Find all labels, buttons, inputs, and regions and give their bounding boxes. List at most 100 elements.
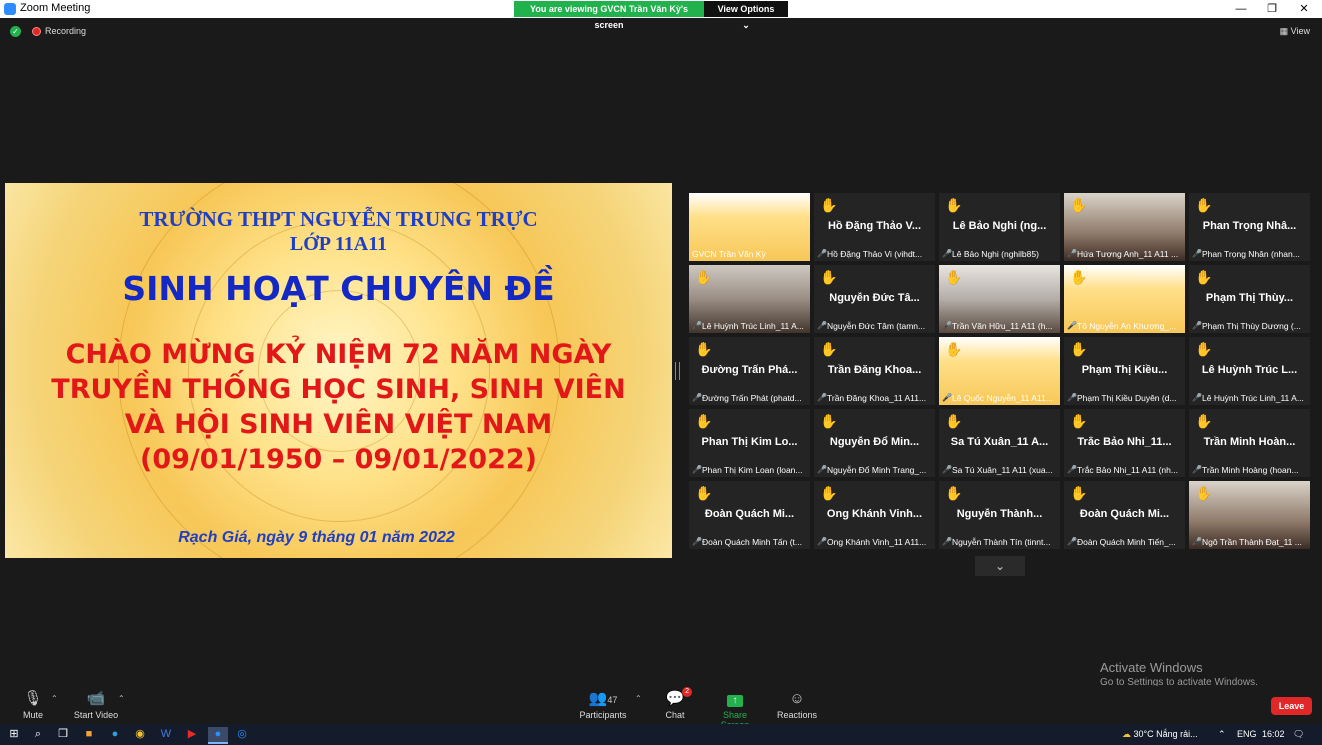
tray-chevron-icon[interactable]: ⌃	[1218, 729, 1226, 740]
participant-tile[interactable]: ✋ Đoàn Quách Mi... 🎤 Đoàn Quách Minh Tấn (t…	[689, 481, 810, 549]
participant-tile[interactable]: ✋ Nguyễn Thành... 🎤 Nguyễn Thành Tín (tinnt…	[939, 481, 1060, 549]
participant-full-name: Phan Thị Kim Loan (loan...	[702, 465, 803, 475]
activate-title: Activate Windows	[1100, 660, 1203, 675]
participant-tile[interactable]: ✋ Phan Trọng Nhâ... 🎤 Phan Trọng Nhân (nhan…	[1189, 193, 1310, 261]
participant-tile[interactable]: ✋ Đường Trấn Phá... 🎤 Đường Trấn Phát (phat…	[689, 337, 810, 405]
participant-tile[interactable]: ✋ 🎤 Hứa Tượng Anh_11 A11 ...	[1064, 193, 1185, 261]
participant-tile[interactable]: ✋ Nguyễn Đổ Min... 🎤 Nguyễn Đổ Minh Trang_.…	[814, 409, 935, 477]
mute-button[interactable]: 🎙 Mute	[18, 688, 48, 720]
video-options-caret[interactable]: ⌃	[118, 694, 125, 703]
windows-start-icon[interactable]: ⊞	[6, 727, 22, 742]
participant-tile[interactable]: ✋ Ong Khánh Vinh... 🎤 Ong Khánh Vinh_11 A11…	[814, 481, 935, 549]
participant-full-name: Lê Bảo Nghi (nghilb85)	[952, 249, 1039, 259]
raised-hand-icon: ✋	[820, 341, 838, 357]
participant-tile[interactable]: ✋ 🎤 Ngô Trần Thành Đạt_11 ...	[1189, 481, 1310, 549]
participant-full-name: Tô Nguyễn An Khương_...	[1077, 321, 1177, 331]
edge-icon[interactable]: ●	[107, 727, 123, 742]
search-icon[interactable]: ⌕	[30, 727, 46, 742]
participant-tile[interactable]: ✋ Nguyễn Đức Tâ... 🎤 Nguyễn Đức Tâm (tamn..…	[814, 265, 935, 333]
encryption-shield-icon[interactable]: ✓	[10, 26, 21, 37]
participant-name-label: 🎤 Tô Nguyễn An Khương_...	[1067, 321, 1183, 331]
participant-tile[interactable]: ✋ Đoàn Quách Mi... 🎤 Đoàn Quách Minh Tiến_.…	[1064, 481, 1185, 549]
participant-display-name: Lê Bảo Nghi (ng...	[952, 220, 1047, 232]
grid-icon: ▦	[1279, 26, 1291, 36]
participant-full-name: Đoàn Quách Minh Tiến_...	[1077, 537, 1176, 547]
participants-options-caret[interactable]: ⌃	[635, 694, 642, 703]
participant-tile[interactable]: ✋ Lê Huỳnh Trúc L... 🎤 Lê Huỳnh Trúc Linh_1…	[1189, 337, 1310, 405]
participant-tile[interactable]: ✋ Hồ Đặng Thảo V... 🎤 Hồ Đặng Thảo Vi (vihd…	[814, 193, 935, 261]
split-view-handle[interactable]	[675, 362, 680, 380]
participants-button[interactable]: 👥47 Participants	[578, 688, 628, 720]
chevron-down-icon[interactable]: ⌄	[975, 556, 1025, 576]
windows-taskbar: ⊞ ⌕ ❒ ■ ● ◉ W ▶ ● ◎ ☁ 30°C Nắng rải... ⌃…	[0, 724, 1322, 745]
muted-mic-icon: 🎤	[1067, 393, 1077, 402]
participant-tile[interactable]: ✋ 🎤 Trần Văn Hữu_11 A11 (h...	[939, 265, 1060, 333]
participant-tile[interactable]: ✋ 🎤 Lê Quốc Nguyễn_11 A11...	[939, 337, 1060, 405]
participant-full-name: Ong Khánh Vinh_11 A11...	[827, 537, 927, 547]
view-label: View	[1290, 26, 1310, 36]
leave-button[interactable]: Leave	[1271, 697, 1312, 715]
clock[interactable]: 16:02	[1262, 729, 1285, 739]
view-button[interactable]: ▦ View	[1280, 26, 1310, 37]
participant-tile[interactable]: ✋ Lê Bảo Nghi (ng... 🎤 Lê Bảo Nghi (nghilb8…	[939, 193, 1060, 261]
chrome-icon[interactable]: ◉	[132, 727, 148, 742]
notifications-icon[interactable]: 🗨	[1293, 729, 1304, 740]
chat-button[interactable]: 💬 2 Chat	[662, 687, 692, 720]
participants-icon: 👥47	[588, 690, 618, 707]
participant-display-name: Đường Trấn Phá...	[701, 364, 798, 376]
language-indicator[interactable]: ENG	[1237, 729, 1257, 739]
zoom-taskbar-icon[interactable]: ●	[208, 727, 228, 744]
raised-hand-icon: ✋	[1070, 413, 1088, 429]
task-view-icon[interactable]: ❒	[55, 727, 71, 742]
participant-tile[interactable]: ✋ 🎤 Tô Nguyễn An Khương_...	[1064, 265, 1185, 333]
raised-hand-icon: ✋	[1070, 341, 1088, 357]
raised-hand-icon: ✋	[945, 485, 963, 501]
participant-tile[interactable]: GVCN Trần Văn Kỳ	[689, 193, 810, 261]
participant-display-name: Trần Minh Hoàn...	[1203, 436, 1296, 448]
participant-tile[interactable]: ✋ Trắc Bảo Nhi_11... 🎤 Trắc Bảo Nhi_11 A11 …	[1064, 409, 1185, 477]
muted-mic-icon: 🎤	[942, 465, 952, 474]
participant-name-label: 🎤 Lê Huỳnh Trúc Linh_11 A...	[1192, 393, 1308, 403]
participant-full-name: Trắc Bảo Nhi_11 A11 (nh...	[1077, 465, 1178, 475]
participant-full-name: Sa Tú Xuân_11 A11 (xua...	[952, 465, 1053, 475]
view-options-button[interactable]: View Options ⌄	[704, 1, 788, 30]
muted-mic-icon: 🎤	[942, 321, 952, 330]
participant-name-label: 🎤 Trần Văn Hữu_11 A11 (h...	[942, 321, 1058, 331]
participant-tile[interactable]: ✋ Sa Tú Xuân_11 A... 🎤 Sa Tú Xuân_11 A11 (x…	[939, 409, 1060, 477]
muted-mic-icon: 🎤	[942, 393, 952, 402]
participant-tile[interactable]: ✋ Trần Minh Hoàn... 🎤 Trần Minh Hoàng (hoan…	[1189, 409, 1310, 477]
participant-tile[interactable]: ✋ Phan Thị Kim Lo... 🎤 Phan Thị Kim Loan (l…	[689, 409, 810, 477]
participant-tile[interactable]: ✋ 🎤 Lê Huỳnh Trúc Linh_11 A...	[689, 265, 810, 333]
word-icon[interactable]: W	[158, 727, 174, 742]
slide-date: Rạch Giá, ngày 9 tháng 01 năm 2022	[178, 529, 455, 546]
close-button[interactable]: ✕	[1289, 0, 1319, 18]
audio-options-caret[interactable]: ⌃	[51, 694, 58, 703]
recording-indicator[interactable]: Recording	[32, 26, 86, 36]
participant-full-name: GVCN Trần Văn Kỳ	[692, 249, 766, 259]
start-video-button[interactable]: 📹 Start Video	[72, 688, 120, 720]
participant-tile[interactable]: ✋ Phạm Thị Kiều... 🎤 Phạm Thị Kiều Duyên (d…	[1064, 337, 1185, 405]
store-icon[interactable]: ■	[81, 727, 97, 742]
participant-name-label: 🎤 Nguyễn Đức Tâm (tamn...	[817, 321, 933, 331]
muted-mic-icon: 🎤	[1192, 321, 1202, 330]
participant-name-label: 🎤 Phan Thị Kim Loan (loan...	[692, 465, 808, 475]
participant-name-label: 🎤 Nguyễn Đổ Minh Trang_...	[817, 465, 933, 475]
muted-mic-icon: 🎤	[1067, 537, 1077, 546]
activate-windows-watermark: Activate Windows Go to Settings to activ…	[1100, 660, 1258, 688]
participant-tile[interactable]: ✋ Trần Đăng Khoa... 🎤 Trần Đăng Khoa_11 A11…	[814, 337, 935, 405]
weather-widget[interactable]: ☁ 30°C Nắng rải...	[1122, 729, 1198, 740]
messenger-icon[interactable]: ◎	[234, 727, 250, 742]
participant-name-label: 🎤 Lê Quốc Nguyễn_11 A11...	[942, 393, 1058, 403]
muted-mic-icon: 🎤	[942, 249, 952, 258]
reactions-button[interactable]: ☺ Reactions	[777, 688, 817, 720]
start-video-label: Start Video	[73, 710, 119, 720]
maximize-button[interactable]: ❐	[1257, 0, 1287, 18]
participant-full-name: Phạm Thị Kiều Duyên (d...	[1077, 393, 1177, 403]
window-title: Zoom Meeting	[20, 2, 91, 14]
participant-tile[interactable]: ✋ Phạm Thị Thùy... 🎤 Phạm Thị Thùy Dương (.…	[1189, 265, 1310, 333]
slide-class-name: LỚP 11A11	[289, 233, 388, 255]
participant-display-name: Nguyễn Đức Tâ...	[829, 292, 920, 304]
muted-mic-icon: 🎤	[817, 465, 827, 474]
minimize-button[interactable]: —	[1226, 0, 1256, 18]
youtube-icon[interactable]: ▶	[184, 727, 200, 742]
